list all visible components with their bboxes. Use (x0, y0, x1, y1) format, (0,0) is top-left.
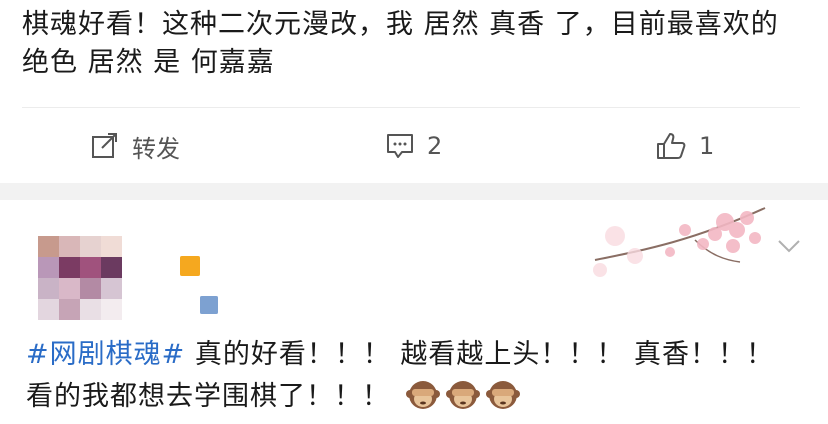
like-count: 1 (699, 132, 715, 160)
see-no-evil-monkey-icon (445, 381, 480, 409)
post-text: 棋魂好看！这种二次元漫改，我 居然 真香 了，目前最喜欢的绝色 居然 是 何嘉嘉 (22, 9, 779, 78)
see-no-evil-monkey-icon (405, 381, 440, 409)
comment-count: 2 (427, 132, 443, 160)
see-no-evil-monkey-icon (485, 381, 520, 409)
divider (22, 107, 800, 108)
comment-icon (387, 134, 413, 158)
like-icon (657, 133, 686, 159)
comment-text: #网剧棋魂# 真的好看！！！ 越看越上头！！！ 真香！！！ 看的我都想去学围棋了… (26, 334, 806, 418)
chevron-down-icon[interactable] (776, 236, 802, 256)
like-button[interactable]: 1 (655, 118, 714, 174)
repost-button[interactable]: 转发 (90, 118, 180, 174)
cherry-blossom-decoration (593, 207, 766, 277)
section-separator (0, 183, 828, 200)
hashtag-link[interactable]: #网剧棋魂# (26, 339, 185, 370)
action-bar: 转发 2 1 (0, 118, 828, 174)
repost-label: 转发 (132, 134, 180, 163)
comment-button[interactable]: 2 (385, 118, 442, 174)
avatar[interactable] (38, 236, 122, 320)
repost-icon (92, 133, 117, 158)
